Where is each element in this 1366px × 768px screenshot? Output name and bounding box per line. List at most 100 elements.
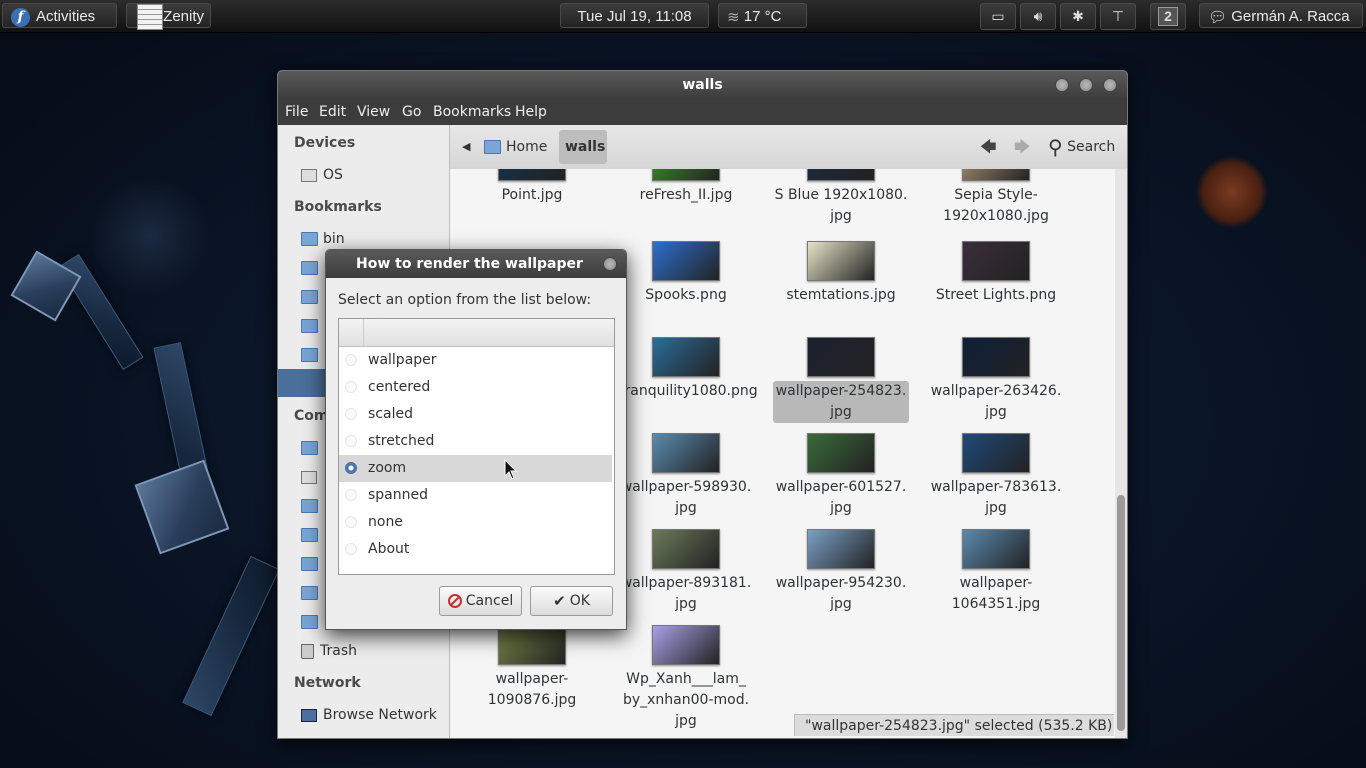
breadcrumb-home[interactable]: Home — [478, 130, 553, 164]
user-menu-button[interactable]: 💬︎ Germán A. Racca — [1199, 3, 1363, 28]
option-row-stretched[interactable]: stretched — [339, 428, 612, 455]
option-row-wallpaper[interactable]: wallpaper — [339, 347, 612, 374]
sidebar-item-bookmark[interactable] — [301, 257, 323, 279]
menu-bookmarks[interactable]: Bookmarks — [433, 104, 511, 120]
file-name: wallpaper- 1090876.jpg — [487, 671, 577, 708]
dialog-titlebar[interactable]: How to render the wallpaper — [326, 250, 626, 278]
window-title: walls — [682, 77, 723, 93]
dialog-title: How to render the wallpaper — [356, 256, 583, 272]
menu-edit[interactable]: Edit — [319, 104, 346, 120]
file-name: Point.jpg — [501, 187, 563, 203]
file-thumbnail — [652, 337, 720, 377]
file-thumbnail — [652, 241, 720, 281]
breadcrumb-scroll-left-icon[interactable]: ◀ — [456, 130, 476, 164]
sidebar-item-bookmark[interactable] — [301, 315, 323, 337]
minimize-button[interactable] — [1055, 78, 1069, 92]
file-manager-titlebar[interactable]: walls — [278, 71, 1127, 99]
option-label: stretched — [368, 433, 435, 449]
music-folder-icon — [301, 557, 318, 571]
sidebar-item-bookmark[interactable] — [301, 286, 323, 308]
cancel-button[interactable]: Cancel — [439, 586, 522, 616]
volume-icon[interactable]: 🔊︎ — [1020, 3, 1056, 30]
folder-icon — [301, 232, 318, 246]
radio-button[interactable] — [345, 435, 357, 447]
sidebar-item-home[interactable] — [301, 437, 323, 459]
workspace-indicator[interactable]: 2 — [1150, 3, 1186, 30]
option-row-zoom[interactable]: zoom — [339, 455, 612, 482]
activities-button[interactable]: f Activities — [2, 3, 117, 28]
menu-go[interactable]: Go — [402, 104, 421, 120]
sidebar-item-trash[interactable]: Trash — [301, 640, 357, 662]
sidebar-item-pictures[interactable] — [301, 582, 323, 604]
menu-file[interactable]: File — [285, 104, 308, 120]
option-row-centered[interactable]: centered — [339, 374, 612, 401]
radio-button[interactable] — [345, 354, 357, 366]
ok-label: OK — [569, 593, 590, 609]
file-thumbnail — [807, 241, 875, 281]
file-thumbnail — [652, 625, 720, 665]
fedora-logo-icon: f — [11, 7, 30, 27]
menu-bar: File Edit View Go Bookmarks Help — [278, 99, 1127, 125]
top-panel: f Activities Zenity Tue Jul 19, 11:08 ≋ 1… — [0, 0, 1366, 33]
clock-button[interactable]: Tue Jul 19, 11:08 — [560, 3, 709, 28]
app-menu-label: Zenity — [163, 8, 205, 25]
breadcrumb-label: Home — [506, 139, 548, 155]
file-name: wallpaper-598930. jpg — [620, 479, 752, 516]
file-thumbnail — [807, 169, 875, 181]
option-label: centered — [368, 379, 431, 395]
option-row-about[interactable]: About — [339, 536, 612, 563]
menu-view[interactable]: View — [357, 104, 390, 120]
workspace-number: 2 — [1158, 7, 1178, 26]
list-column-header[interactable] — [339, 319, 614, 347]
option-label: spanned — [368, 487, 429, 503]
radio-button[interactable] — [345, 381, 357, 393]
file-name: Wp_Xanh___lam_ by_xnhan00-mod. jpg — [622, 671, 750, 729]
back-arrow-icon[interactable]: 🡄 — [974, 130, 1003, 164]
dialog-close-button[interactable] — [603, 257, 617, 271]
breadcrumb-walls[interactable]: walls — [559, 130, 607, 164]
sidebar-item-label: Browse Network — [323, 707, 437, 723]
radio-button[interactable] — [345, 489, 357, 501]
bluetooth-icon[interactable]: ✱ — [1060, 3, 1096, 30]
maximize-button[interactable] — [1079, 78, 1093, 92]
ok-button[interactable]: ✔ OK — [530, 586, 613, 616]
option-row-spanned[interactable]: spanned — [339, 482, 612, 509]
breadcrumb-label: walls — [565, 139, 606, 155]
file-thumbnail — [652, 169, 720, 181]
folder-icon — [301, 499, 318, 513]
vertical-scrollbar[interactable] — [1115, 169, 1127, 738]
search-button[interactable]: ⚲ Search — [1042, 130, 1121, 164]
close-button[interactable] — [1103, 78, 1117, 92]
network-icon[interactable]: ⊤ — [1100, 3, 1136, 30]
folder-icon — [301, 348, 318, 362]
radio-button[interactable] — [345, 462, 357, 474]
sidebar-item-browse-network[interactable]: Browse Network — [301, 704, 437, 726]
sidebar-item-filesystem[interactable] — [301, 466, 323, 488]
pictures-folder-icon — [301, 586, 318, 600]
file-name: Tranquility1080.png — [618, 383, 758, 399]
option-row-none[interactable]: none — [339, 509, 612, 536]
home-folder-icon — [301, 441, 318, 455]
sidebar-item-os[interactable]: OS — [301, 164, 343, 186]
sidebar-item-bin[interactable]: bin — [301, 228, 345, 250]
radio-button[interactable] — [345, 516, 357, 528]
sidebar-item-documents[interactable] — [301, 495, 323, 517]
folder-icon[interactable]: ▭ — [980, 3, 1016, 30]
sidebar-item-music[interactable] — [301, 553, 323, 575]
radio-button[interactable] — [345, 408, 357, 420]
file-thumbnail — [652, 529, 720, 569]
sidebar-item-videos[interactable] — [301, 611, 323, 633]
sidebar-item-bookmark[interactable] — [301, 344, 323, 366]
sidebar-item-downloads[interactable] — [301, 524, 323, 546]
weather-button[interactable]: ≋ 17 °C — [718, 3, 807, 28]
file-name: wallpaper-254823. jpg — [773, 381, 909, 423]
menu-help[interactable]: Help — [515, 104, 547, 120]
radio-button[interactable] — [345, 543, 357, 555]
options-list[interactable]: wallpaper centered scaled stretched zoom span… — [338, 318, 615, 575]
chat-bubble-icon: 💬︎ — [1208, 8, 1228, 26]
folder-icon — [301, 261, 318, 275]
app-menu-button[interactable]: Zenity — [126, 3, 211, 31]
forward-arrow-icon[interactable]: 🡆 — [1008, 130, 1037, 164]
scrollbar-thumb[interactable] — [1117, 495, 1125, 731]
option-row-scaled[interactable]: scaled — [339, 401, 612, 428]
